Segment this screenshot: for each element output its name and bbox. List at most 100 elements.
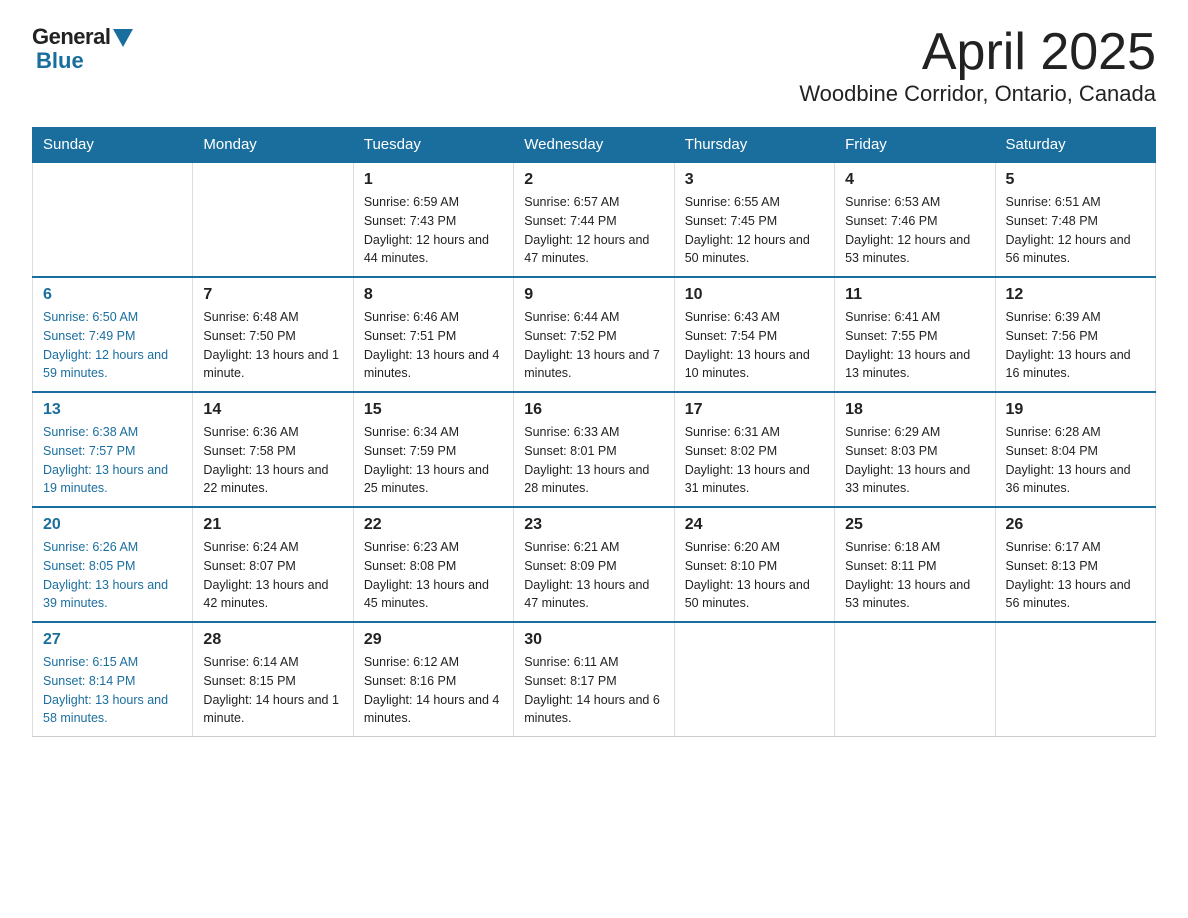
day-number: 13 xyxy=(43,401,182,419)
day-number: 17 xyxy=(685,401,824,419)
logo-triangle-icon xyxy=(113,29,133,47)
day-number: 29 xyxy=(364,631,503,649)
day-number: 19 xyxy=(1006,401,1145,419)
day-info: Sunrise: 6:48 AMSunset: 7:50 PMDaylight:… xyxy=(203,308,342,383)
calendar-cell: 13 Sunrise: 6:38 AMSunset: 7:57 PMDayligh… xyxy=(33,392,193,507)
weekday-header-friday: Friday xyxy=(835,128,995,163)
calendar-cell: 21 Sunrise: 6:24 AMSunset: 8:07 PMDayligh… xyxy=(193,507,353,622)
calendar-cell: 16Sunrise: 6:33 AMSunset: 8:01 PMDayligh… xyxy=(514,392,674,507)
day-info: Sunrise: 6:38 AMSunset: 7:57 PMDaylight:… xyxy=(43,423,182,498)
calendar-cell: 26 Sunrise: 6:17 AMSunset: 8:13 PMDayligh… xyxy=(995,507,1155,622)
day-info: Sunrise: 6:26 AMSunset: 8:05 PMDaylight:… xyxy=(43,538,182,613)
day-number: 21 xyxy=(203,516,342,534)
weekday-header-wednesday: Wednesday xyxy=(514,128,674,163)
day-number: 27 xyxy=(43,631,182,649)
calendar-body: 1 Sunrise: 6:59 AMSunset: 7:43 PMDaylight… xyxy=(33,162,1156,737)
day-number: 20 xyxy=(43,516,182,534)
calendar-cell: 4Sunrise: 6:53 AMSunset: 7:46 PMDaylight… xyxy=(835,162,995,277)
calendar-cell: 17 Sunrise: 6:31 AMSunset: 8:02 PMDayligh… xyxy=(674,392,834,507)
calendar-week-row: 13 Sunrise: 6:38 AMSunset: 7:57 PMDayligh… xyxy=(33,392,1156,507)
day-number: 6 xyxy=(43,286,182,304)
location-title: Woodbine Corridor, Ontario, Canada xyxy=(799,81,1156,107)
calendar-cell: 18 Sunrise: 6:29 AMSunset: 8:03 PMDayligh… xyxy=(835,392,995,507)
calendar-cell: 2Sunrise: 6:57 AMSunset: 7:44 PMDaylight… xyxy=(514,162,674,277)
day-number: 14 xyxy=(203,401,342,419)
weekday-header-thursday: Thursday xyxy=(674,128,834,163)
day-number: 24 xyxy=(685,516,824,534)
calendar-cell: 1 Sunrise: 6:59 AMSunset: 7:43 PMDaylight… xyxy=(353,162,513,277)
day-info: Sunrise: 6:33 AMSunset: 8:01 PMDaylight:… xyxy=(524,423,663,498)
day-info: Sunrise: 6:55 AMSunset: 7:45 PMDaylight:… xyxy=(685,193,824,268)
logo-text-general: General xyxy=(32,24,110,50)
calendar-cell xyxy=(674,622,834,737)
day-info: Sunrise: 6:39 AMSunset: 7:56 PMDaylight:… xyxy=(1006,308,1145,383)
day-info: Sunrise: 6:43 AMSunset: 7:54 PMDaylight:… xyxy=(685,308,824,383)
calendar-week-row: 27 Sunrise: 6:15 AMSunset: 8:14 PMDayligh… xyxy=(33,622,1156,737)
day-number: 3 xyxy=(685,171,824,189)
calendar-cell: 24 Sunrise: 6:20 AMSunset: 8:10 PMDayligh… xyxy=(674,507,834,622)
day-number: 10 xyxy=(685,286,824,304)
calendar-cell: 6Sunrise: 6:50 AMSunset: 7:49 PMDaylight… xyxy=(33,277,193,392)
day-number: 11 xyxy=(845,286,984,304)
calendar-cell xyxy=(995,622,1155,737)
day-info: Sunrise: 6:31 AMSunset: 8:02 PMDaylight:… xyxy=(685,423,824,498)
day-info: Sunrise: 6:44 AMSunset: 7:52 PMDaylight:… xyxy=(524,308,663,383)
calendar-cell xyxy=(193,162,353,277)
calendar-cell: 20 Sunrise: 6:26 AMSunset: 8:05 PMDayligh… xyxy=(33,507,193,622)
day-number: 1 xyxy=(364,171,503,189)
page-header: General Blue April 2025 Woodbine Corrido… xyxy=(32,24,1156,107)
calendar-cell: 28 Sunrise: 6:14 AMSunset: 8:15 PMDayligh… xyxy=(193,622,353,737)
day-info: Sunrise: 6:11 AMSunset: 8:17 PMDaylight:… xyxy=(524,653,663,728)
day-info: Sunrise: 6:15 AMSunset: 8:14 PMDaylight:… xyxy=(43,653,182,728)
day-number: 12 xyxy=(1006,286,1145,304)
day-info: Sunrise: 6:36 AMSunset: 7:58 PMDaylight:… xyxy=(203,423,342,498)
day-info: Sunrise: 6:28 AMSunset: 8:04 PMDaylight:… xyxy=(1006,423,1145,498)
calendar-cell: 5Sunrise: 6:51 AMSunset: 7:48 PMDaylight… xyxy=(995,162,1155,277)
calendar-week-row: 6Sunrise: 6:50 AMSunset: 7:49 PMDaylight… xyxy=(33,277,1156,392)
day-info: Sunrise: 6:20 AMSunset: 8:10 PMDaylight:… xyxy=(685,538,824,613)
day-info: Sunrise: 6:12 AMSunset: 8:16 PMDaylight:… xyxy=(364,653,503,728)
day-info: Sunrise: 6:14 AMSunset: 8:15 PMDaylight:… xyxy=(203,653,342,728)
calendar-table: SundayMondayTuesdayWednesdayThursdayFrid… xyxy=(32,127,1156,737)
day-info: Sunrise: 6:53 AMSunset: 7:46 PMDaylight:… xyxy=(845,193,984,268)
calendar-week-row: 20 Sunrise: 6:26 AMSunset: 8:05 PMDayligh… xyxy=(33,507,1156,622)
day-number: 25 xyxy=(845,516,984,534)
day-number: 18 xyxy=(845,401,984,419)
calendar-cell: 27 Sunrise: 6:15 AMSunset: 8:14 PMDayligh… xyxy=(33,622,193,737)
day-info: Sunrise: 6:24 AMSunset: 8:07 PMDaylight:… xyxy=(203,538,342,613)
day-info: Sunrise: 6:41 AMSunset: 7:55 PMDaylight:… xyxy=(845,308,984,383)
calendar-cell: 9 Sunrise: 6:44 AMSunset: 7:52 PMDaylight… xyxy=(514,277,674,392)
calendar-cell: 25 Sunrise: 6:18 AMSunset: 8:11 PMDayligh… xyxy=(835,507,995,622)
day-info: Sunrise: 6:34 AMSunset: 7:59 PMDaylight:… xyxy=(364,423,503,498)
day-info: Sunrise: 6:21 AMSunset: 8:09 PMDaylight:… xyxy=(524,538,663,613)
day-info: Sunrise: 6:18 AMSunset: 8:11 PMDaylight:… xyxy=(845,538,984,613)
day-number: 26 xyxy=(1006,516,1145,534)
calendar-cell: 14 Sunrise: 6:36 AMSunset: 7:58 PMDayligh… xyxy=(193,392,353,507)
day-info: Sunrise: 6:29 AMSunset: 8:03 PMDaylight:… xyxy=(845,423,984,498)
day-number: 28 xyxy=(203,631,342,649)
page-title: April 2025 xyxy=(799,24,1156,81)
weekday-header-sunday: Sunday xyxy=(33,128,193,163)
header-right: April 2025 Woodbine Corridor, Ontario, C… xyxy=(799,24,1156,107)
calendar-cell: 29 Sunrise: 6:12 AMSunset: 8:16 PMDayligh… xyxy=(353,622,513,737)
day-number: 9 xyxy=(524,286,663,304)
calendar-cell: 19 Sunrise: 6:28 AMSunset: 8:04 PMDayligh… xyxy=(995,392,1155,507)
calendar-cell: 23 Sunrise: 6:21 AMSunset: 8:09 PMDayligh… xyxy=(514,507,674,622)
calendar-cell: 22Sunrise: 6:23 AMSunset: 8:08 PMDayligh… xyxy=(353,507,513,622)
calendar-header: SundayMondayTuesdayWednesdayThursdayFrid… xyxy=(33,128,1156,163)
day-number: 23 xyxy=(524,516,663,534)
day-info: Sunrise: 6:17 AMSunset: 8:13 PMDaylight:… xyxy=(1006,538,1145,613)
calendar-cell: 12 Sunrise: 6:39 AMSunset: 7:56 PMDayligh… xyxy=(995,277,1155,392)
weekday-header-monday: Monday xyxy=(193,128,353,163)
calendar-week-row: 1 Sunrise: 6:59 AMSunset: 7:43 PMDaylight… xyxy=(33,162,1156,277)
weekday-header-saturday: Saturday xyxy=(995,128,1155,163)
day-info: Sunrise: 6:57 AMSunset: 7:44 PMDaylight:… xyxy=(524,193,663,268)
day-number: 5 xyxy=(1006,171,1145,189)
logo-text-blue: Blue xyxy=(32,48,84,74)
day-info: Sunrise: 6:59 AMSunset: 7:43 PMDaylight:… xyxy=(364,193,503,268)
day-number: 22 xyxy=(364,516,503,534)
calendar-cell: 11 Sunrise: 6:41 AMSunset: 7:55 PMDayligh… xyxy=(835,277,995,392)
day-number: 30 xyxy=(524,631,663,649)
weekday-header-tuesday: Tuesday xyxy=(353,128,513,163)
calendar-cell: 10 Sunrise: 6:43 AMSunset: 7:54 PMDayligh… xyxy=(674,277,834,392)
